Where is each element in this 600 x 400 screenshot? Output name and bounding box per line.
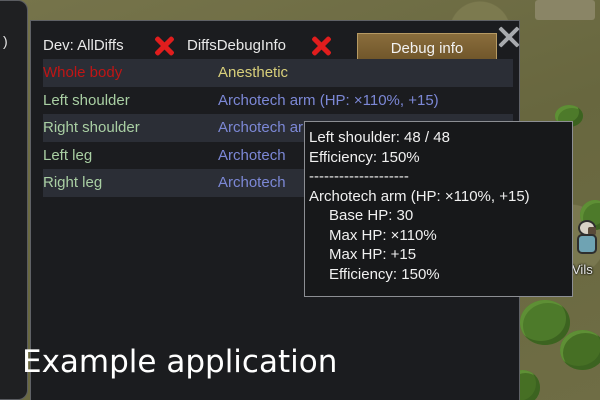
tooltip-title: Left shoulder: 48 / 48 bbox=[309, 129, 450, 146]
hediff-label: Anesthetic bbox=[218, 64, 289, 82]
left-sidebar: ) bbox=[0, 0, 28, 400]
tooltip-item-efficiency: Efficiency: 150% bbox=[329, 265, 440, 283]
debug-toolbar: Dev: AllDiffs DiffsDebugInfo Debug info bbox=[43, 31, 513, 63]
body-part-label: Right leg bbox=[43, 174, 103, 192]
tooltip-separator: -------------------- bbox=[309, 168, 409, 185]
body-part-label: Whole body bbox=[43, 64, 123, 82]
close-icon[interactable] bbox=[497, 25, 521, 49]
dev-alldiffs-toggle-x-icon[interactable] bbox=[152, 34, 176, 58]
caption-overlay: Example application bbox=[22, 344, 338, 380]
colonist-pawn[interactable] bbox=[575, 220, 599, 256]
diffs-debuginfo-label: DiffsDebugInfo bbox=[187, 36, 286, 54]
table-row[interactable]: Left shoulder Archotech arm (HP: ×110%, … bbox=[43, 87, 513, 115]
tooltip-max-hp-mult: Max HP: ×110% bbox=[329, 226, 437, 244]
pawn-body bbox=[577, 234, 597, 254]
hediff-tooltip: Left shoulder: 48 / 48 Efficiency: 150% … bbox=[304, 121, 573, 297]
body-part-label: Left shoulder bbox=[43, 91, 130, 109]
tree bbox=[520, 300, 570, 345]
hediff-label: Archotech arm (HP: ×110%, +15) bbox=[218, 91, 439, 109]
dev-alldiffs-label: Dev: AllDiffs bbox=[43, 36, 124, 54]
hediff-label: Archotech bbox=[218, 174, 286, 192]
terrain-rock bbox=[535, 0, 595, 20]
tooltip-max-hp-add: Max HP: +15 bbox=[329, 246, 417, 263]
tooltip-item: Archotech arm (HP: ×110%, +15) bbox=[309, 187, 530, 205]
body-part-label: Left leg bbox=[43, 146, 93, 164]
diffs-debuginfo-toggle-x-icon[interactable] bbox=[309, 34, 333, 58]
pawn-name-label: Vils bbox=[572, 262, 593, 277]
sidebar-label: ) bbox=[3, 33, 8, 49]
tooltip-efficiency: Efficiency: 150% bbox=[309, 148, 420, 166]
hediff-label: Archotech bbox=[218, 146, 286, 164]
body-part-label: Right shoulder bbox=[43, 119, 140, 137]
tree bbox=[560, 330, 600, 370]
table-row[interactable]: Whole body Anesthetic bbox=[43, 59, 513, 87]
tooltip-base-hp: Base HP: 30 bbox=[329, 207, 414, 224]
